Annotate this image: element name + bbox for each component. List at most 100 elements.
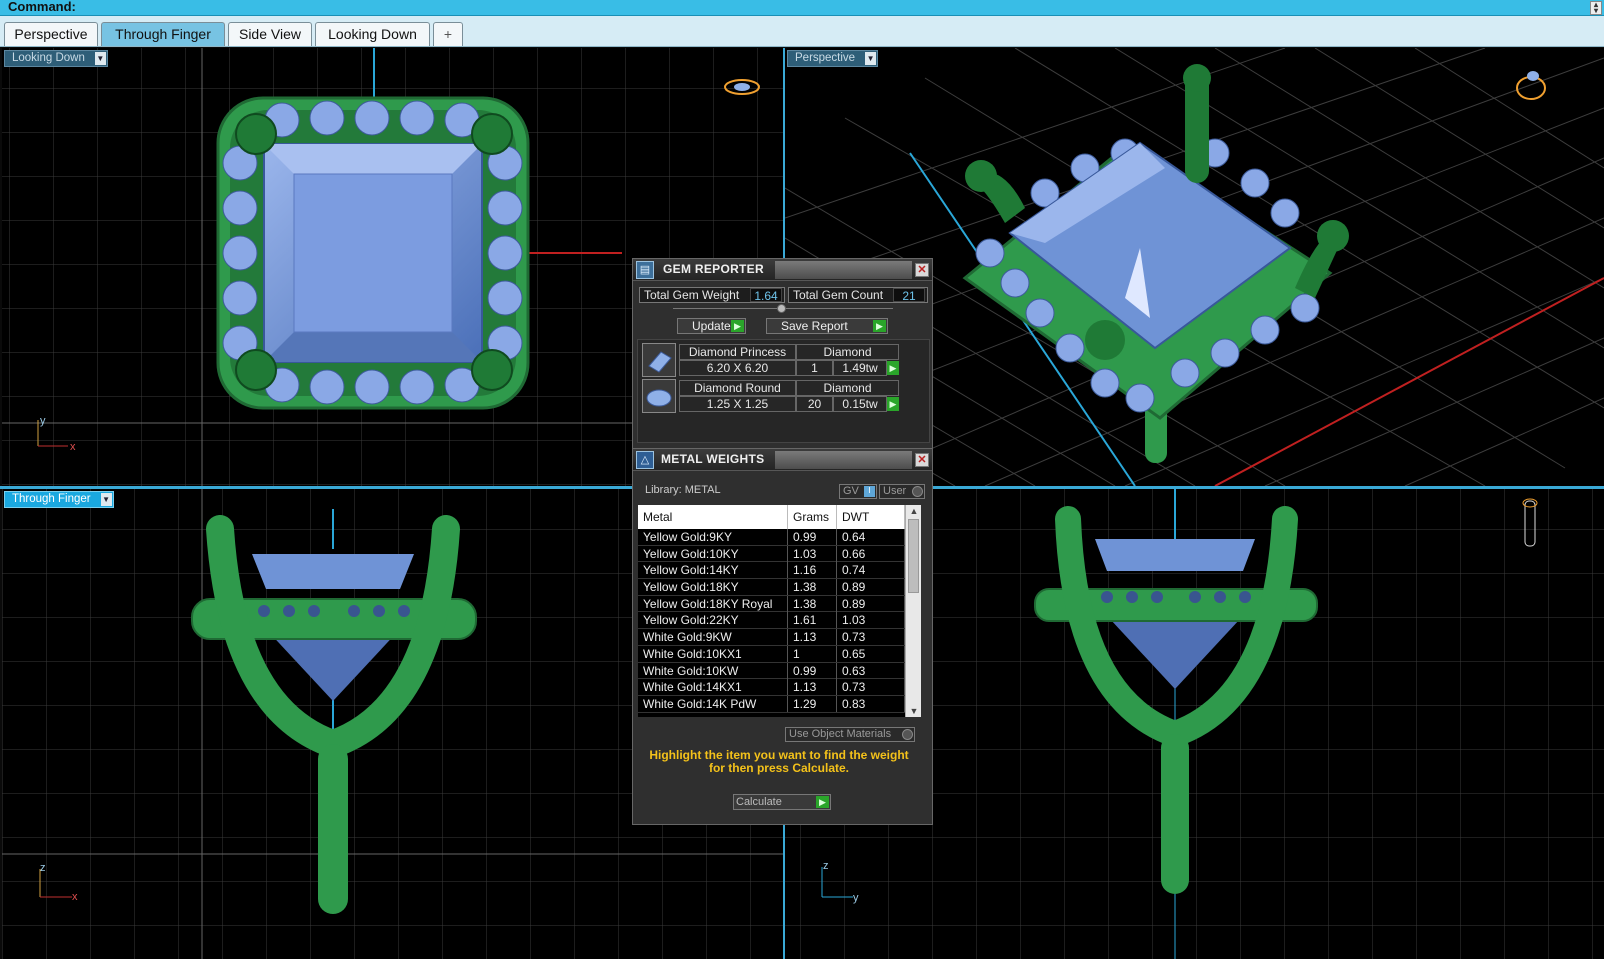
chevron-down-icon[interactable]: ▼ — [865, 52, 877, 65]
cell-grams: 1.03 — [788, 545, 837, 562]
cell-metal: White Gold:14KX1 — [638, 679, 788, 696]
cell-grams: 0.99 — [788, 662, 837, 679]
metal-weights-table[interactable]: Metal Grams DWT Yellow Gold:9KY 0.99 0.64 Y… — [638, 505, 921, 717]
metal-weights-header[interactable]: △ METAL WEIGHTS ✕ — [633, 449, 932, 471]
table-row[interactable]: White Gold:9KW 1.13 0.73 — [638, 629, 905, 646]
total-gem-weight-value: 1.64 — [750, 288, 782, 303]
tab-side-view[interactable]: Side View — [228, 22, 312, 46]
command-bar[interactable]: Command: ▴ ▾ — [0, 0, 1604, 16]
tab-through-finger[interactable]: Through Finger — [101, 22, 225, 46]
cell-metal: Yellow Gold:22KY — [638, 612, 788, 629]
table-row[interactable]: Yellow Gold:10KY 1.03 0.66 — [638, 545, 905, 563]
cell-dwt: 0.73 — [837, 629, 905, 646]
calculate-hint: Highlight the item you want to find the … — [649, 748, 909, 775]
cell-metal: Yellow Gold:18KY — [638, 579, 788, 596]
table-row[interactable]: Yellow Gold:14KY 1.16 0.74 — [638, 562, 905, 580]
report-icon: ▤ — [636, 261, 654, 279]
cell-grams: 1.38 — [788, 579, 837, 596]
viewport-label-through-finger[interactable]: Through Finger ▼ — [4, 491, 114, 508]
play-icon: ▶ — [731, 320, 744, 332]
calculate-button[interactable]: Calculate ▶ — [733, 794, 831, 810]
cell-dwt: 0.64 — [837, 529, 905, 545]
metal-cone-icon: △ — [636, 451, 654, 469]
scrollbar-thumb[interactable] — [908, 519, 919, 593]
cell-dwt: 0.63 — [837, 662, 905, 679]
command-scroll-icon[interactable]: ▴ ▾ — [1590, 1, 1602, 15]
command-label: Command: — [8, 0, 76, 14]
table-row[interactable]: Yellow Gold:18KY Royal 1.38 0.89 — [638, 595, 905, 613]
total-gem-weight-box: Total Gem Weight 1.64 — [639, 287, 785, 303]
cell-metal: Yellow Gold:14KY — [638, 562, 788, 579]
cell-metal: Yellow Gold:9KY — [638, 529, 788, 545]
gem-row-round[interactable]: Diamond Round Diamond 1.25 X 1.25 20 0.1… — [642, 379, 899, 413]
viewport-label-perspective[interactable]: Perspective ▼ — [787, 50, 879, 67]
save-report-button[interactable]: Save Report ▶ — [766, 318, 888, 334]
metal-weights-panel: △ METAL WEIGHTS ✕ Library: METAL GV I Use… — [632, 448, 933, 825]
princess-gem-icon — [642, 343, 676, 377]
add-tab-button[interactable]: + — [433, 22, 463, 46]
cell-grams: 1.13 — [788, 629, 837, 646]
user-toggle[interactable]: User — [879, 484, 925, 499]
cell-metal: White Gold:14K PdW — [638, 695, 788, 712]
axis-y-label: y — [40, 415, 46, 427]
scroll-up-icon[interactable]: ▲ — [906, 505, 922, 517]
table-scrollbar[interactable]: ▲ ▼ — [905, 505, 921, 717]
round-gem-icon — [642, 379, 676, 413]
gem-reporter-header[interactable]: ▤ GEM REPORTER ✕ — [633, 259, 932, 281]
cell-dwt: 1.03 — [837, 612, 905, 629]
cell-grams: 0.99 — [788, 529, 837, 545]
cell-grams: 1.61 — [788, 612, 837, 629]
cell-grams: 1.38 — [788, 595, 837, 612]
cell-grams: 1.13 — [788, 679, 837, 696]
column-header-grams[interactable]: Grams — [788, 505, 837, 529]
chevron-down-icon[interactable]: ▼ — [100, 493, 112, 506]
cell-metal: White Gold:10KX1 — [638, 645, 788, 662]
gem-row-princess[interactable]: Diamond Princess Diamond 6.20 X 6.20 1 1… — [642, 343, 899, 377]
play-icon[interactable]: ▶ — [887, 397, 899, 411]
cell-dwt: 0.65 — [837, 645, 905, 662]
table-row[interactable]: Yellow Gold:18KY 1.38 0.89 — [638, 579, 905, 596]
column-header-dwt[interactable]: DWT — [837, 505, 905, 529]
play-icon: ▶ — [873, 320, 886, 332]
tab-looking-down[interactable]: Looking Down — [315, 22, 430, 46]
table-row[interactable]: White Gold:14K PdW 1.29 0.83 — [638, 695, 905, 713]
table-row[interactable]: White Gold:10KW 0.99 0.63 — [638, 662, 905, 680]
total-gem-count-value: 21 — [893, 288, 925, 303]
cell-dwt: 0.74 — [837, 562, 905, 579]
table-row[interactable]: Yellow Gold:9KY 0.99 0.64 — [638, 529, 905, 546]
metal-weights-title: METAL WEIGHTS — [661, 452, 765, 466]
cell-dwt: 0.83 — [837, 695, 905, 712]
axis-z-label: z — [40, 862, 46, 874]
splitter-handle-icon[interactable] — [777, 304, 786, 313]
table-row[interactable]: White Gold:10KX1 1 0.65 — [638, 645, 905, 663]
scroll-down-icon[interactable]: ▼ — [906, 705, 922, 717]
total-gem-count-box: Total Gem Count 21 — [788, 287, 928, 303]
cell-metal: Yellow Gold:18KY Royal — [638, 595, 788, 612]
gem-reporter-panel: ▤ GEM REPORTER ✕ Total Gem Weight 1.64 T… — [632, 258, 933, 449]
use-object-materials-toggle[interactable]: Use Object Materials — [785, 727, 915, 742]
play-icon: ▶ — [816, 796, 829, 808]
cell-metal: White Gold:10KW — [638, 662, 788, 679]
play-icon[interactable]: ▶ — [887, 361, 899, 375]
cell-metal: White Gold:9KW — [638, 629, 788, 646]
axis-x-label: x — [70, 441, 76, 453]
cell-dwt: 0.89 — [837, 595, 905, 612]
close-icon[interactable]: ✕ — [915, 453, 929, 467]
metal-weights-rows: Yellow Gold:9KY 0.99 0.64 Yellow Gold:10KY 1… — [638, 529, 905, 717]
table-row[interactable]: White Gold:14KX1 1.13 0.73 — [638, 679, 905, 696]
cell-grams: 1.29 — [788, 695, 837, 712]
table-row[interactable]: Yellow Gold:22KY 1.61 1.03 — [638, 612, 905, 630]
tab-perspective[interactable]: Perspective — [4, 22, 98, 46]
column-header-metal[interactable]: Metal — [638, 505, 788, 529]
cell-metal: Yellow Gold:10KY — [638, 545, 788, 562]
update-button[interactable]: Update ▶ — [677, 318, 746, 334]
viewport-label-looking-down[interactable]: Looking Down ▼ — [4, 50, 108, 67]
cell-dwt: 0.73 — [837, 679, 905, 696]
chevron-down-icon[interactable]: ▼ — [94, 52, 106, 65]
cell-grams: 1 — [788, 645, 837, 662]
cell-grams: 1.16 — [788, 562, 837, 579]
close-icon[interactable]: ✕ — [915, 263, 929, 277]
gv-toggle[interactable]: GV I — [839, 484, 877, 499]
axis-z-label: z — [823, 860, 829, 872]
library-label: Library: METAL — [645, 484, 721, 496]
